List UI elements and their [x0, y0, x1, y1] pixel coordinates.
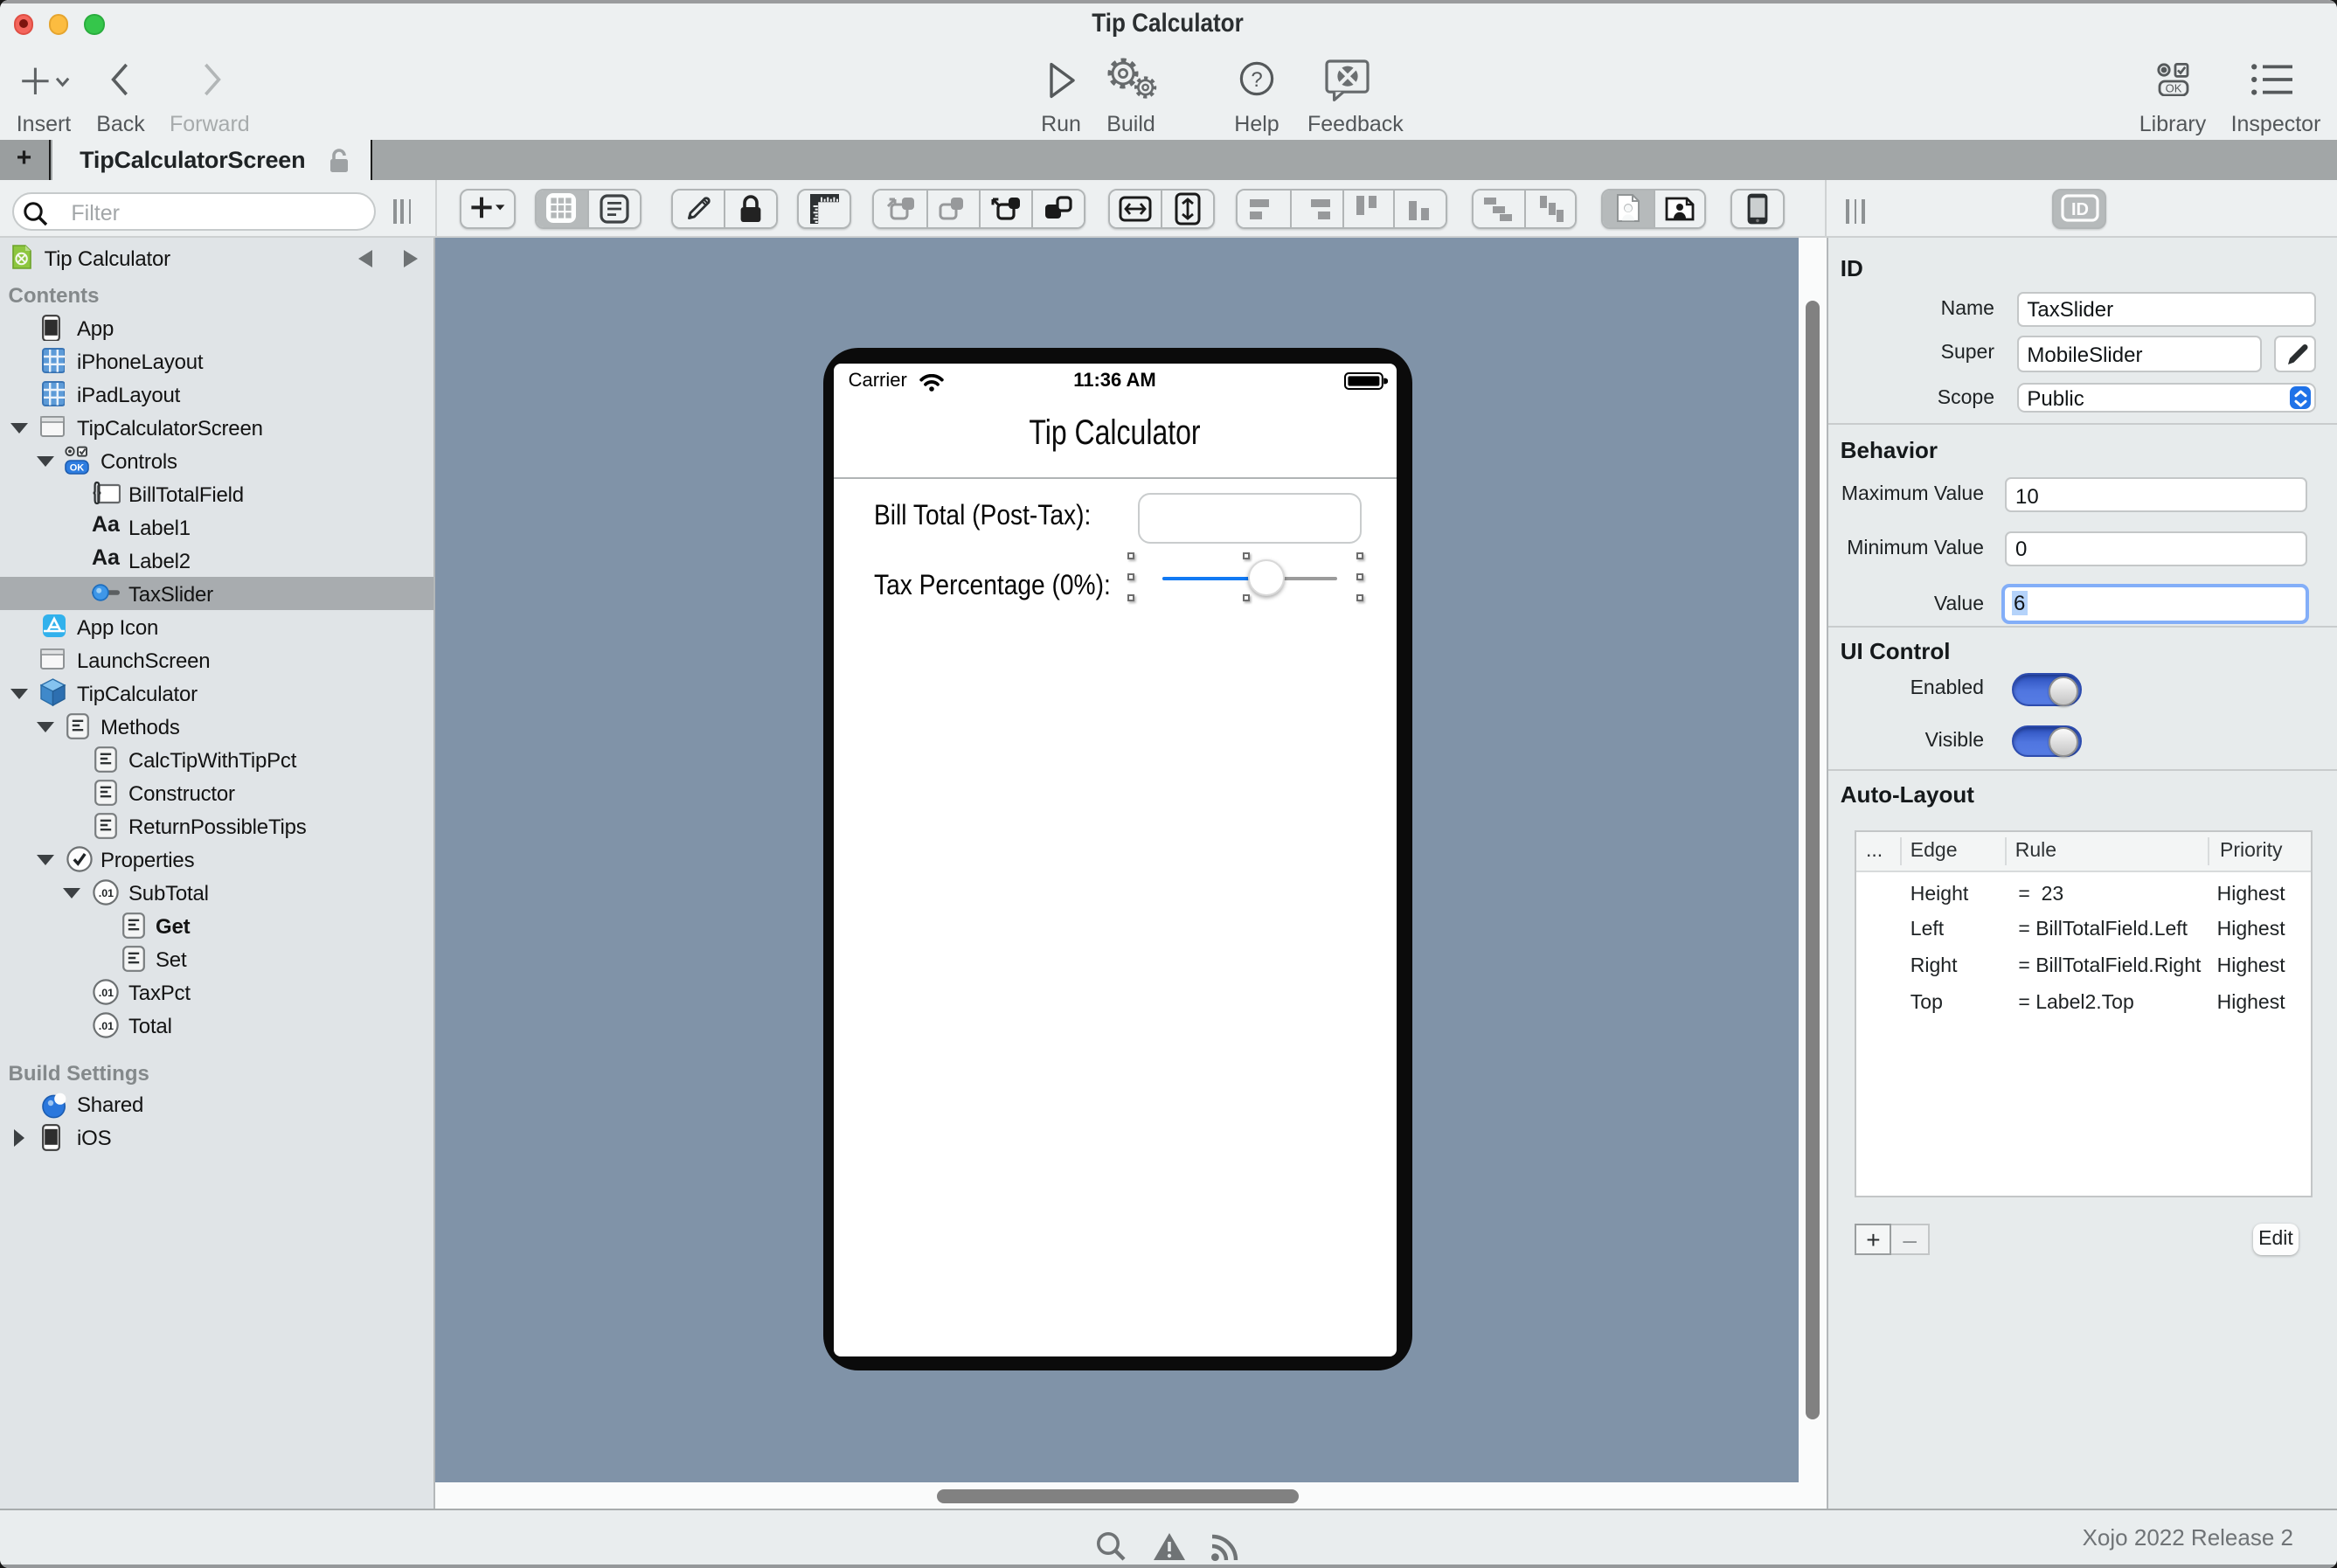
svg-text:ID: ID: [2071, 201, 2089, 220]
svg-text:OK: OK: [2166, 82, 2182, 95]
svg-text:?: ?: [1251, 68, 1262, 92]
svg-text:.01: .01: [99, 887, 114, 899]
svg-text:.01: .01: [99, 987, 114, 999]
svg-text:.01: .01: [99, 1020, 114, 1032]
svg-text:OK: OK: [70, 463, 85, 474]
